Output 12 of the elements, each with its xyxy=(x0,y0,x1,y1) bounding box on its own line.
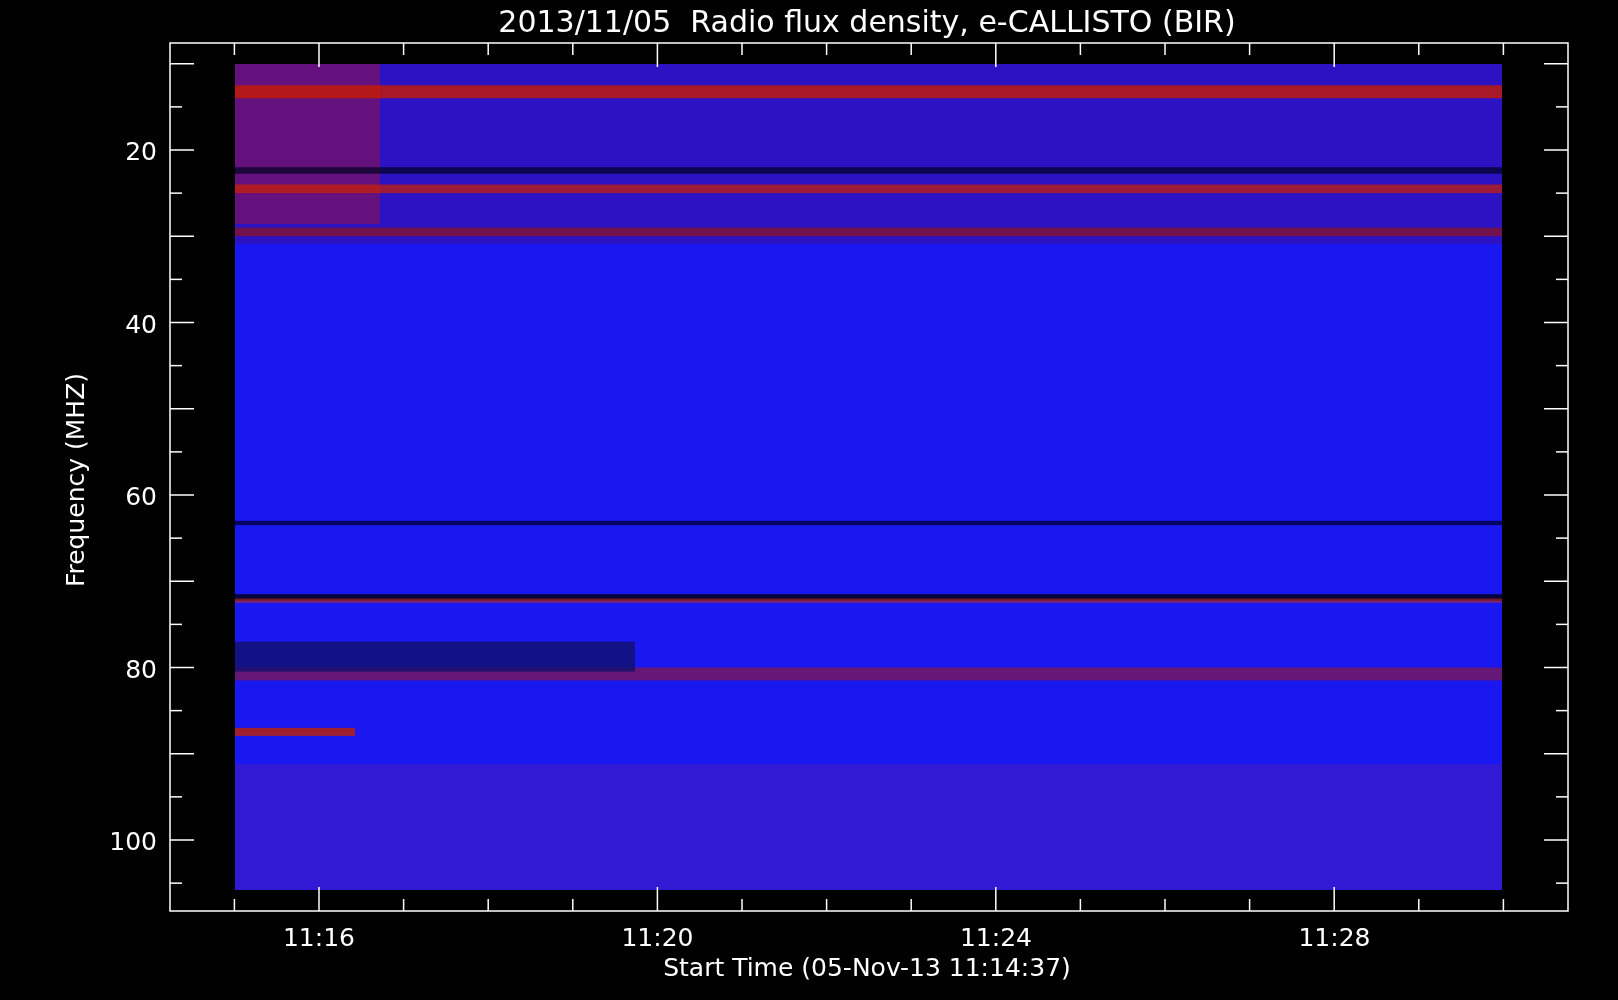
axis-label: Frequency (MHZ) xyxy=(61,372,90,588)
tick-label: 20 xyxy=(125,137,157,166)
axis-label: Start Time (05-Nov-13 11:14:37) xyxy=(663,953,1071,982)
tick-label: 40 xyxy=(125,309,157,339)
tick-label: 11:16 xyxy=(283,923,355,952)
tick-label: 80 xyxy=(125,654,157,684)
tick-label: 60 xyxy=(125,482,157,511)
tick-label: 11:24 xyxy=(960,923,1032,952)
tick-label: 100 xyxy=(109,827,157,856)
tick-label: 11:28 xyxy=(1298,923,1371,952)
plot-title: 2013/11/05 Radio flux density, e-CALLISTO (BIR) xyxy=(498,4,1236,39)
tick-label: 11:20 xyxy=(621,923,694,952)
